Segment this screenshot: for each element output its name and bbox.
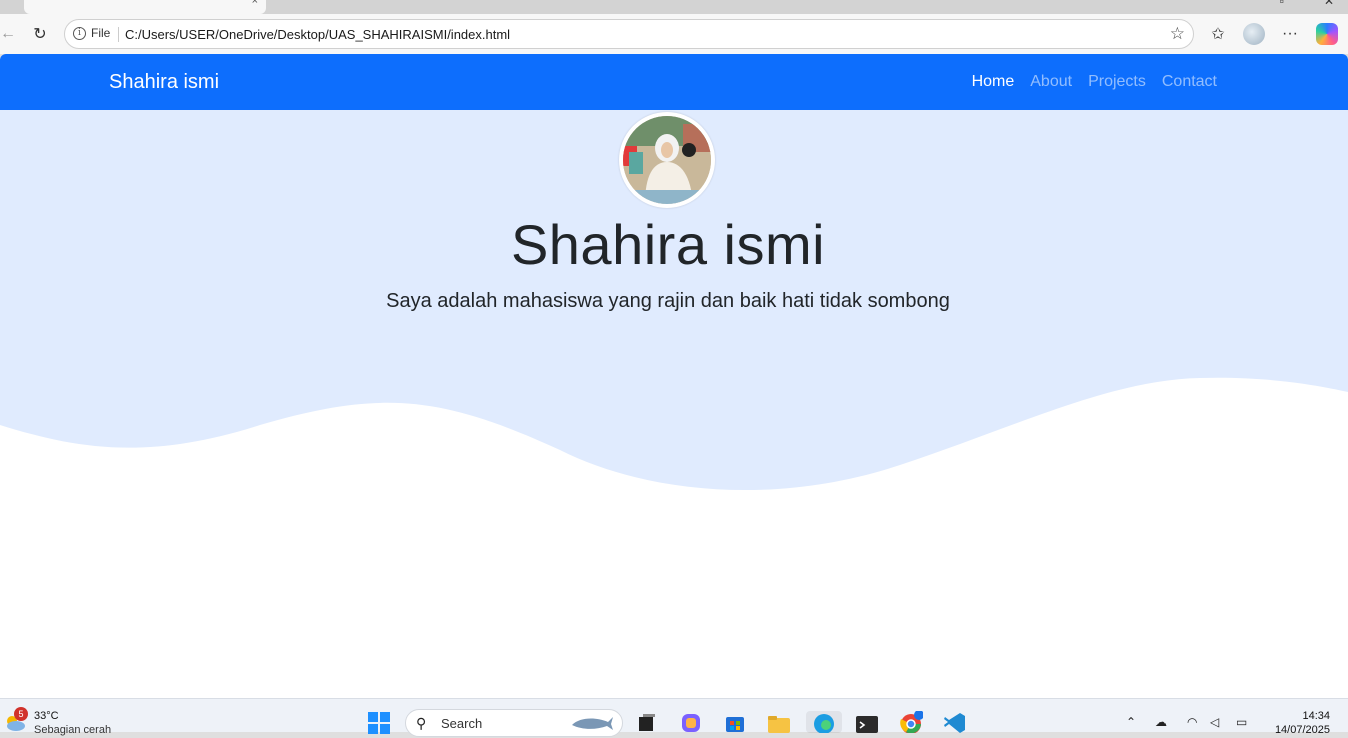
vscode-app[interactable] — [943, 711, 967, 733]
nav-link-about[interactable]: About — [1030, 73, 1072, 91]
store-icon — [726, 717, 744, 732]
nav-link-home[interactable]: Home — [972, 73, 1015, 91]
tab-active[interactable]: × — [24, 0, 266, 14]
task-view-icon — [639, 714, 655, 731]
os-taskbar: 5 33°C Sebagian cerah ⚲ Search ⌃ ☁ ◠ ◁ ▭… — [0, 698, 1348, 737]
profile-photo-illustration — [623, 116, 711, 204]
search-label: Search — [441, 716, 483, 731]
tab-strip: × ▫ ✕ — [0, 0, 1348, 14]
window-close-icon[interactable]: ✕ — [1324, 0, 1334, 8]
site-navbar: Shahira ismi Home About Projects Contact — [0, 54, 1348, 110]
profile-photo — [619, 112, 715, 208]
battery-icon[interactable]: ▭ — [1236, 715, 1247, 729]
weather-badge: 5 — [14, 707, 28, 721]
scheme-label: File — [91, 26, 111, 40]
folder-icon — [768, 716, 790, 733]
favorites-button[interactable]: ✩ — [1207, 23, 1229, 45]
profile-avatar-icon — [1243, 23, 1265, 45]
address-bar[interactable]: i File C:/Users/USER/OneDrive/Desktop/UA… — [64, 19, 1194, 49]
refresh-icon: ↻ — [33, 26, 47, 43]
hero-title: Shahira ismi — [510, 213, 826, 276]
more-icon: ··· — [1282, 25, 1298, 42]
taskbar-search[interactable]: ⚲ Search — [405, 709, 623, 737]
terminal-icon — [856, 716, 878, 733]
edge-app[interactable] — [806, 711, 842, 734]
search-icon: ⚲ — [416, 715, 427, 731]
chrome-icon — [900, 710, 924, 734]
browser-toolbar: ← ↻ i File C:/Users/USER/OneDrive/Deskto… — [0, 14, 1348, 54]
windows-logo-icon — [368, 712, 378, 722]
site-info-button[interactable]: i File — [73, 26, 110, 40]
copilot-app[interactable] — [679, 711, 703, 733]
tray-overflow-chevron-icon[interactable]: ⌃ — [1126, 715, 1136, 729]
terminal-app[interactable] — [855, 711, 879, 733]
refresh-button[interactable]: ↻ — [28, 22, 52, 46]
nav-link-contact[interactable]: Contact — [1162, 73, 1217, 91]
taskview-app[interactable] — [635, 711, 659, 733]
maximize-icon[interactable]: ▫ — [1280, 0, 1284, 8]
navbar-brand[interactable]: Shahira ismi — [109, 71, 219, 94]
back-arrow-icon: ← — [0, 25, 16, 42]
edge-browser-icon — [814, 714, 834, 734]
favorites-icon: ✩ — [1211, 26, 1225, 43]
tab-inactive[interactable] — [270, 0, 570, 14]
store-app[interactable] — [723, 711, 747, 733]
url-text[interactable]: C:/Users/USER/OneDrive/Desktop/UAS_SHAHI… — [125, 27, 510, 42]
clock-time[interactable]: 14:34 — [1302, 710, 1330, 722]
hero-tagline: Saya adalah mahasiswa yang rajin dan bai… — [386, 290, 950, 312]
profile-button[interactable] — [1243, 23, 1265, 45]
vscode-icon — [944, 713, 965, 733]
back-button[interactable]: ← — [0, 22, 20, 46]
weather-desc[interactable]: Sebagian cerah — [34, 724, 111, 736]
address-divider — [118, 27, 119, 42]
favorite-star-icon[interactable]: ☆ — [1170, 24, 1185, 44]
file-explorer-app[interactable] — [767, 711, 791, 733]
tab-close-button[interactable]: × — [252, 0, 258, 7]
start-button[interactable] — [368, 712, 390, 734]
copilot-button[interactable] — [1316, 23, 1338, 45]
nav-links: Home About Projects Contact — [972, 73, 1217, 91]
chrome-app[interactable] — [899, 710, 924, 734]
page-viewport: Shahira ismi Home About Projects Contact… — [0, 54, 1348, 698]
volume-icon[interactable]: ◁ — [1210, 715, 1219, 729]
clock-date[interactable]: 14/07/2025 — [1275, 724, 1330, 736]
weather-temp[interactable]: 33°C — [34, 710, 59, 722]
settings-more-button[interactable]: ··· — [1279, 23, 1301, 45]
nav-link-projects[interactable]: Projects — [1088, 73, 1146, 91]
wifi-icon[interactable]: ◠ — [1187, 715, 1197, 729]
copilot-icon — [1316, 23, 1338, 45]
copilot-app-icon — [682, 714, 700, 732]
onedrive-cloud-icon[interactable]: ☁ — [1155, 715, 1167, 729]
search-highlight-icon — [572, 717, 613, 730]
info-icon: i — [73, 26, 86, 40]
